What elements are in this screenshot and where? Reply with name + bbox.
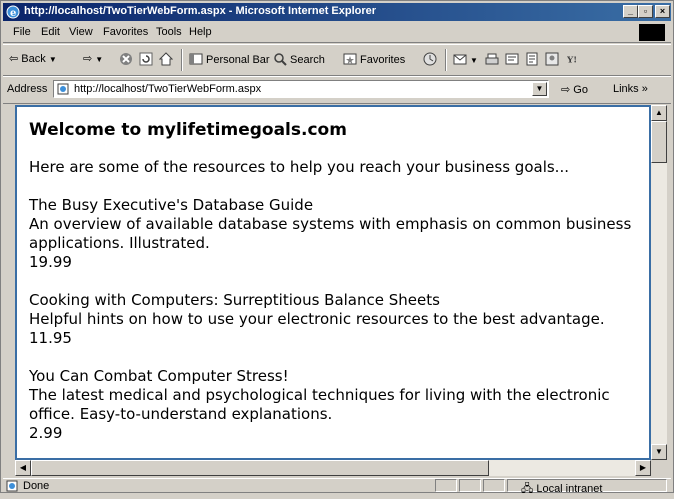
address-input[interactable]: http://localhost/TwoTierWebForm.aspx ▼ bbox=[53, 80, 549, 98]
vertical-scrollbar[interactable]: ▲ ▼ bbox=[651, 105, 667, 460]
address-dropdown-button[interactable]: ▼ bbox=[532, 82, 547, 96]
menu-favorites[interactable]: Favorites bbox=[103, 26, 148, 38]
chevron-left-icon: ◀ bbox=[19, 463, 27, 472]
chevron-down-icon: ▼ bbox=[48, 55, 57, 64]
menu-help[interactable]: Help bbox=[189, 26, 212, 38]
maximize-button[interactable]: ▫ bbox=[638, 5, 653, 18]
toolbar-separator bbox=[445, 49, 447, 71]
intranet-icon: 🖧 bbox=[521, 483, 534, 495]
scroll-down-button[interactable]: ▼ bbox=[651, 444, 667, 460]
book-title: You Can Combat Computer Stress! bbox=[29, 367, 289, 385]
vertical-scroll-thumb[interactable] bbox=[651, 121, 667, 163]
standard-toolbar: ⇦ Back ▼ ⇨ ▼ Personal Bar Search Favorit… bbox=[3, 44, 671, 76]
status-text: Done bbox=[23, 480, 50, 492]
svg-text:Y!: Y! bbox=[567, 56, 577, 66]
chevron-up-icon: ▲ bbox=[655, 108, 663, 117]
forward-button[interactable]: ⇨ ▼ bbox=[83, 52, 103, 65]
address-url: http://localhost/TwoTierWebForm.aspx bbox=[74, 83, 262, 95]
page-done-icon bbox=[6, 480, 18, 492]
status-pane bbox=[483, 479, 505, 492]
mail-icon[interactable]: ▼ bbox=[453, 52, 478, 66]
book-description: The latest medical and psychological tec… bbox=[29, 386, 610, 423]
print-icon[interactable] bbox=[485, 52, 502, 66]
book-description: An overview of available database system… bbox=[29, 215, 632, 252]
favorites-icon bbox=[343, 53, 357, 65]
go-arrow-icon: ⇨ bbox=[561, 84, 571, 96]
personal-bar-icon bbox=[189, 53, 203, 65]
menu-file[interactable]: File bbox=[13, 26, 31, 38]
horizontal-scroll-thumb[interactable] bbox=[31, 460, 489, 476]
page-intro: Here are some of the resources to help y… bbox=[29, 158, 569, 176]
address-label: Address bbox=[7, 83, 48, 95]
search-icon bbox=[274, 53, 287, 66]
page-icon bbox=[57, 83, 69, 95]
address-bar: Address http://localhost/TwoTierWebForm.… bbox=[3, 76, 671, 104]
page-content: Welcome to mylifetimegoals.com Here are … bbox=[29, 120, 635, 458]
chevron-right-icon: ▶ bbox=[639, 463, 647, 472]
browser-window: e http://localhost/TwoTierWebForm.aspx -… bbox=[0, 0, 674, 495]
page-heading: Welcome to mylifetimegoals.com bbox=[29, 120, 347, 140]
title-bar[interactable]: e http://localhost/TwoTierWebForm.aspx -… bbox=[3, 3, 671, 21]
messenger-icon[interactable] bbox=[545, 52, 562, 66]
chevron-down-icon: ▼ bbox=[95, 55, 104, 64]
minimize-button[interactable]: _ bbox=[623, 5, 638, 18]
back-button[interactable]: ⇦ Back ▼ bbox=[9, 52, 57, 65]
back-arrow-icon: ⇦ bbox=[9, 53, 22, 65]
book-description: Helpful hints on how to use your electro… bbox=[29, 310, 605, 328]
book-item: Cooking with Computers: Surreptitious Ba… bbox=[29, 291, 635, 348]
menu-bar: File Edit View Favorites Tools Help bbox=[3, 23, 671, 43]
status-pane bbox=[435, 479, 457, 492]
scroll-right-button[interactable]: ▶ bbox=[635, 460, 651, 476]
svg-text:e: e bbox=[10, 8, 16, 19]
book-price: 11.95 bbox=[29, 329, 72, 347]
page-viewport[interactable]: Welcome to mylifetimegoals.com Here are … bbox=[15, 105, 651, 460]
status-pane bbox=[459, 479, 481, 492]
menu-view[interactable]: View bbox=[69, 26, 93, 38]
close-button[interactable]: × bbox=[655, 5, 670, 18]
personal-bar-button[interactable]: Personal Bar bbox=[189, 52, 270, 66]
scrollbar-corner bbox=[651, 460, 667, 476]
book-item: You Can Combat Computer Stress! The late… bbox=[29, 367, 635, 443]
home-icon[interactable] bbox=[159, 52, 176, 66]
chevron-down-icon: ▼ bbox=[535, 84, 544, 93]
menu-tools[interactable]: Tools bbox=[156, 26, 182, 38]
horizontal-scrollbar[interactable]: ◀ ▶ bbox=[15, 460, 651, 476]
edit-icon[interactable] bbox=[505, 52, 522, 66]
yahoo-icon[interactable]: Y! bbox=[567, 52, 584, 66]
chevron-down-icon: ▼ bbox=[470, 56, 478, 65]
ie-logo-icon: e bbox=[6, 5, 20, 19]
windows-logo-icon bbox=[639, 24, 665, 41]
status-bar: Done 🖧 Local intranet bbox=[3, 478, 671, 495]
window-title: http://localhost/TwoTierWebForm.aspx - M… bbox=[24, 5, 377, 17]
menu-edit[interactable]: Edit bbox=[41, 26, 60, 38]
scroll-up-button[interactable]: ▲ bbox=[651, 105, 667, 121]
zone-indicator: 🖧 Local intranet bbox=[521, 483, 603, 495]
search-button[interactable]: Search bbox=[273, 52, 325, 66]
discuss-icon[interactable] bbox=[525, 52, 542, 66]
links-button[interactable]: Links » bbox=[613, 83, 648, 95]
forward-arrow-icon: ⇨ bbox=[83, 53, 93, 65]
scroll-left-button[interactable]: ◀ bbox=[15, 460, 31, 476]
book-price: 19.99 bbox=[29, 253, 72, 271]
chevron-down-icon: ▼ bbox=[655, 447, 663, 456]
favorites-button[interactable]: Favorites bbox=[343, 52, 405, 66]
book-title: The Busy Executive's Database Guide bbox=[29, 196, 314, 214]
toolbar-separator bbox=[181, 49, 183, 71]
refresh-icon[interactable] bbox=[139, 52, 156, 66]
history-icon[interactable] bbox=[423, 52, 440, 66]
book-title: Cooking with Computers: Surreptitious Ba… bbox=[29, 291, 440, 309]
book-item: The Busy Executive's Database Guide An o… bbox=[29, 196, 635, 272]
book-price: 2.99 bbox=[29, 424, 63, 442]
stop-icon[interactable] bbox=[119, 52, 136, 66]
go-button[interactable]: ⇨ Go bbox=[561, 83, 588, 96]
